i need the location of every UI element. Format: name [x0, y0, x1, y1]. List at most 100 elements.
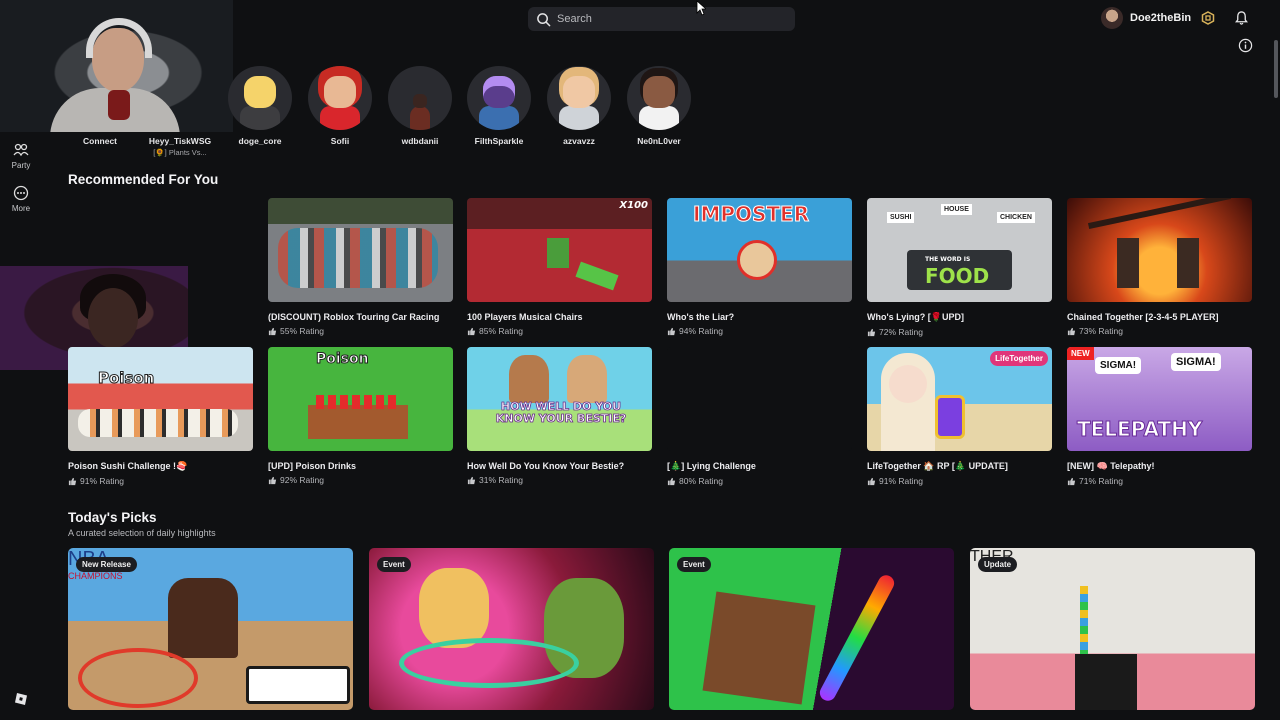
section-description: A curated selection of daily highlights [68, 528, 216, 538]
pick-card[interactable]: NBA CHAMPIONS New Release [68, 548, 353, 710]
thumbs-up-icon [268, 476, 277, 484]
game-rating: 91% Rating [68, 476, 253, 486]
game-rating: 92% Rating [268, 475, 453, 485]
game-title: LifeTogether 🏠 RP [🎄 UPDATE] [867, 461, 1008, 471]
game-card[interactable]: (DISCOUNT) Roblox Touring Car Racing 55%… [268, 198, 453, 336]
game-thumbnail [1067, 198, 1252, 302]
pick-badge: Update [978, 557, 1018, 572]
friend-item[interactable]: Sofii [300, 66, 380, 146]
user-profile-link[interactable]: Doe2theBin [1101, 6, 1191, 30]
game-card[interactable]: HOW WELL DO YOU KNOW YOUR BESTIE? How We… [467, 347, 652, 485]
game-title: Who's Lying? [🌹UPD] [867, 312, 965, 322]
game-title: [UPD] Poison Drinks [268, 461, 357, 471]
pick-card[interactable]: Event [369, 548, 654, 710]
pick-badge: New Release [76, 557, 137, 572]
friend-name: Heyy_TiskWSG [148, 136, 212, 146]
friend-name: doge_core [238, 136, 282, 146]
game-thumbnail: X100 [467, 198, 652, 302]
game-card[interactable]: NEW SIGMA! SIGMA! TELEPATHY [NEW] 🧠 Tele… [1067, 347, 1252, 486]
friend-avatar [228, 66, 292, 130]
game-thumbnail: NEW SIGMA! SIGMA! TELEPATHY [1067, 347, 1252, 451]
game-rating: 80% Rating [667, 476, 852, 486]
thumbs-up-icon [867, 328, 876, 336]
game-title: (DISCOUNT) Roblox Touring Car Racing [268, 312, 440, 322]
friend-avatar [308, 66, 372, 130]
thumbs-up-icon [68, 477, 77, 485]
friend-name: azvavzz [563, 136, 595, 146]
game-title: Chained Together [2-3-4-5 PLAYER] [1067, 312, 1219, 322]
thumbs-up-icon [1067, 477, 1076, 485]
search-placeholder: Search [557, 13, 592, 25]
game-thumbnail: LifeTogether [867, 347, 1052, 451]
sidebar-item-label: Party [11, 161, 31, 170]
game-title: [NEW] 🧠 Telepathy! [1067, 461, 1155, 471]
sidebar-item-more[interactable]: More [1, 185, 41, 213]
section-title-recommended: Recommended For You [68, 172, 219, 187]
thumbs-up-icon [667, 477, 676, 485]
more-icon [13, 185, 29, 201]
game-card[interactable]: Chained Together [2-3-4-5 PLAYER] 73% Ra… [1067, 198, 1252, 336]
info-icon[interactable] [1238, 38, 1253, 53]
game-rating: 72% Rating [867, 327, 1052, 337]
game-rating: 55% Rating [268, 326, 453, 336]
username: Doe2theBin [1130, 12, 1192, 24]
game-rating: 85% Rating [467, 326, 652, 336]
game-card[interactable]: X100 100 Players Musical Chairs 85% Rati… [467, 198, 652, 336]
friend-item[interactable]: wdbdanii [380, 66, 460, 146]
friend-item[interactable]: Ne0nL0ver [619, 66, 699, 146]
friend-name: FilthSparkle [474, 136, 524, 146]
search-icon [537, 12, 551, 26]
game-rating: 94% Rating [667, 326, 852, 336]
friend-item[interactable]: doge_core [220, 66, 300, 146]
game-card[interactable]: Poison Poison Sushi Challenge !🍣 91% Rat… [68, 347, 253, 486]
pick-card[interactable]: THER Update [970, 548, 1255, 710]
game-card[interactable]: [🎄] Lying Challenge 80% Rating [667, 347, 852, 486]
game-rating: 31% Rating [467, 475, 652, 485]
friend-status: [🌻] Plants Vs... [153, 148, 207, 157]
thumbs-up-icon [467, 476, 476, 484]
game-title: How Well Do You Know Your Bestie? [467, 461, 625, 471]
mouse-cursor-icon [696, 0, 706, 16]
game-card[interactable]: SUSHI HOUSE CHICKEN THE WORD IS FOOD Who… [867, 198, 1052, 337]
friend-avatar [627, 66, 691, 130]
game-title: [🎄] Lying Challenge [667, 461, 756, 471]
thumbs-up-icon [667, 327, 676, 335]
friend-item[interactable]: Heyy_TiskWSG [🌻] Plants Vs... [140, 136, 220, 157]
bell-icon[interactable] [1234, 10, 1249, 26]
avatar [1101, 7, 1123, 29]
robux-icon[interactable] [1201, 11, 1215, 25]
thumbs-up-icon [867, 477, 876, 485]
connect-button[interactable]: Connect [68, 136, 132, 146]
friend-name: Ne0nL0ver [637, 136, 681, 146]
game-thumbnail [667, 347, 852, 451]
friend-avatar [547, 66, 611, 130]
section-title-todays-picks: Today's Picks [68, 510, 157, 525]
roblox-logo-icon[interactable] [14, 692, 28, 706]
friend-avatar [467, 66, 531, 130]
game-rating: 71% Rating [1067, 476, 1252, 486]
scrollbar-thumb[interactable] [1274, 40, 1278, 98]
pick-badge: Event [677, 557, 711, 572]
search-bar[interactable]: Search [528, 7, 795, 31]
friend-avatar [388, 66, 452, 130]
pick-badge: Event [377, 557, 411, 572]
friend-name: Sofii [330, 136, 350, 146]
game-thumbnail: SUSHI HOUSE CHICKEN THE WORD IS FOOD [867, 198, 1052, 302]
thumbs-up-icon [268, 327, 277, 335]
game-card[interactable]: Poison [UPD] Poison Drinks 92% Rating [268, 347, 453, 485]
sidebar-item-label: More [11, 204, 31, 213]
pick-card[interactable]: Event [669, 548, 954, 710]
game-rating: 73% Rating [1067, 326, 1252, 336]
game-card[interactable]: IMPOSTER Who's the Liar? 94% Rating [667, 198, 852, 336]
game-thumbnail: IMPOSTER [667, 198, 852, 302]
game-rating: 91% Rating [867, 476, 1052, 486]
game-card[interactable]: LifeTogether LifeTogether 🏠 RP [🎄 UPDATE… [867, 347, 1052, 486]
friend-item[interactable]: azvavzz [539, 66, 619, 146]
friend-name: wdbdanii [401, 136, 439, 146]
game-thumbnail: Poison [268, 347, 453, 451]
sidebar-item-party[interactable]: Party [1, 142, 41, 170]
streamer-webcam-main [0, 0, 233, 132]
thumbs-up-icon [1067, 327, 1076, 335]
friend-item[interactable]: FilthSparkle [459, 66, 539, 146]
game-title: 100 Players Musical Chairs [467, 312, 583, 322]
